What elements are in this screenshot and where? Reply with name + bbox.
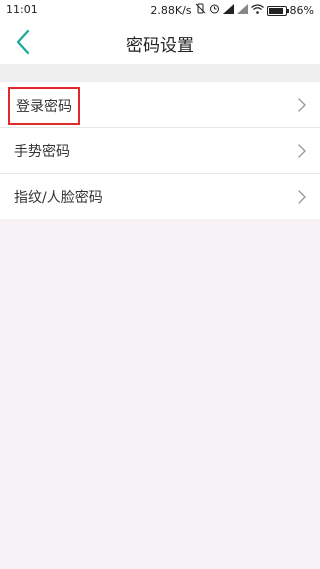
signal-icon xyxy=(236,3,248,18)
battery-percent: 86% xyxy=(289,4,314,17)
signal-icon xyxy=(222,3,234,18)
chevron-right-icon xyxy=(297,97,306,112)
login-password-item[interactable]: 登录密码 xyxy=(0,82,320,128)
status-time: 11:01 xyxy=(6,3,38,16)
status-icons: 2.88K/s 86% xyxy=(150,3,314,18)
chevron-right-icon xyxy=(297,189,306,204)
chevron-right-icon xyxy=(297,143,306,158)
alarm-icon xyxy=(209,3,220,18)
menu-item-label: 指纹/人脸密码 xyxy=(14,190,103,206)
section-divider xyxy=(0,64,320,82)
battery-level xyxy=(268,7,283,14)
password-settings-list: 登录密码 手势密码 指纹/人脸密码 xyxy=(0,82,320,219)
menu-item-label: 手势密码 xyxy=(14,144,70,160)
status-bar: 11:01 2.88K/s 86% xyxy=(0,0,320,20)
battery-icon xyxy=(266,5,289,16)
gesture-password-item[interactable]: 手势密码 xyxy=(0,128,320,174)
page-title: 密码设置 xyxy=(126,36,194,56)
vibrate-off-icon xyxy=(195,3,206,18)
biometric-password-item[interactable]: 指纹/人脸密码 xyxy=(0,174,320,219)
wifi-icon xyxy=(250,3,264,18)
menu-item-label: 登录密码 xyxy=(8,87,80,125)
header-bar: 密码设置 xyxy=(0,20,320,64)
network-speed: 2.88K/s xyxy=(150,4,192,17)
